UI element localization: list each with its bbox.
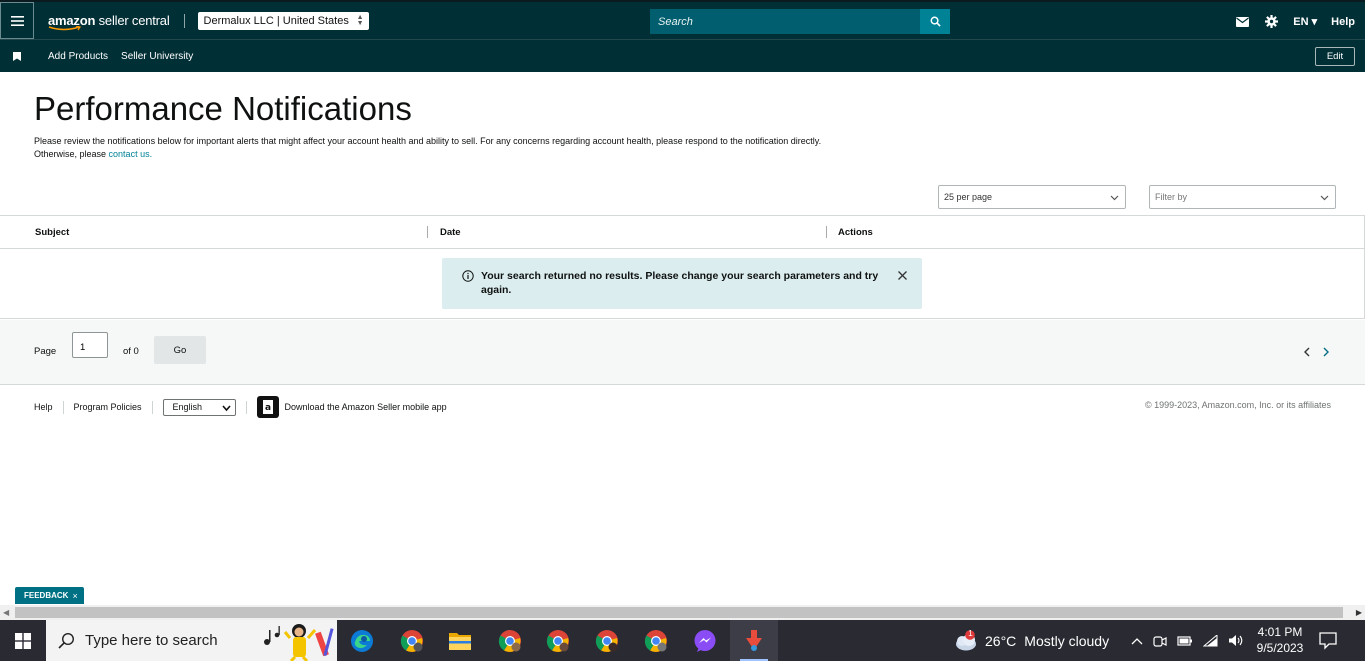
search-input[interactable]: [650, 9, 920, 34]
page-count: of 0: [123, 346, 139, 357]
top-header: amazon seller central Dermalux LLC | Uni…: [0, 0, 1365, 39]
taskbar-chrome-icon[interactable]: [486, 620, 534, 661]
taskbar-edge-icon[interactable]: [338, 620, 386, 661]
account-selector-label: Dermalux LLC | United States: [203, 14, 349, 27]
taskbar-file-explorer-icon[interactable]: [436, 620, 484, 661]
cloud-icon: 1: [952, 628, 978, 652]
account-selector[interactable]: Dermalux LLC | United States ▲ ▼: [197, 11, 369, 30]
close-icon[interactable]: [897, 270, 908, 281]
page-number-input[interactable]: [72, 332, 108, 358]
divider: [62, 400, 64, 414]
footer-language-select[interactable]: English: [162, 398, 236, 416]
notification-center-icon[interactable]: [1318, 630, 1338, 650]
taskbar-active-app-icon[interactable]: [730, 620, 778, 661]
help-link[interactable]: Help: [1331, 16, 1355, 28]
pagination: Page of 0 Go: [0, 320, 1365, 385]
no-results-alert: Your search returned no results. Please …: [442, 258, 922, 309]
weather-badge: 1: [968, 628, 973, 638]
taskbar-messenger-icon[interactable]: [681, 620, 729, 661]
per-page-select[interactable]: 25 per page: [938, 185, 1126, 209]
system-tray: [1131, 620, 1244, 661]
windows-taskbar: Type here to search 1 26°C Mostly cloudy…: [0, 620, 1365, 661]
table-body: Your search returned no results. Please …: [0, 249, 1365, 319]
feedback-tab[interactable]: FEEDBACK ×: [15, 587, 84, 604]
divider: [151, 400, 153, 414]
scroll-left-arrow-icon[interactable]: ◀: [3, 608, 9, 617]
go-button[interactable]: Go: [154, 336, 206, 364]
filter-placeholder: Filter by: [1155, 192, 1188, 202]
page-label: Page: [34, 346, 57, 357]
feedback-label: FEEDBACK: [24, 591, 69, 600]
chevron-right-icon[interactable]: [1321, 347, 1330, 357]
volume-icon[interactable]: [1228, 634, 1244, 647]
meet-now-icon[interactable]: [1153, 634, 1167, 648]
column-divider: [826, 226, 827, 238]
chevron-down-icon: [1320, 195, 1329, 201]
weather-temp: 26°C: [985, 632, 1017, 649]
amazon-app-icon[interactable]: a: [256, 396, 279, 418]
nav-add-products[interactable]: Add Products: [48, 51, 108, 62]
language-selector[interactable]: EN ▾: [1293, 15, 1317, 28]
page-title: Performance Notifications: [34, 90, 412, 127]
search-button[interactable]: [920, 9, 950, 34]
taskbar-chrome-icon[interactable]: [388, 620, 436, 661]
taskbar-chrome-icon[interactable]: [534, 620, 582, 661]
taskbar-search-placeholder: Type here to search: [85, 632, 218, 649]
footer-help-link[interactable]: Help: [34, 402, 53, 412]
no-results-message: Your search returned no results. Please …: [481, 270, 879, 296]
search-highlight-art-icon: [257, 620, 337, 661]
horizontal-scrollbar[interactable]: ◀ ▶: [0, 605, 1365, 620]
weather-text: Mostly cloudy: [1024, 632, 1110, 649]
column-subject[interactable]: Subject: [35, 227, 69, 238]
filter-select[interactable]: Filter by: [1149, 185, 1336, 209]
column-date[interactable]: Date: [440, 227, 461, 238]
edit-button[interactable]: Edit: [1315, 47, 1355, 66]
scrollbar-thumb[interactable]: [15, 607, 1343, 618]
column-actions: Actions: [838, 227, 873, 238]
clock-date: 9/5/2023: [1256, 641, 1304, 655]
intro-line-2: Otherwise, please: [34, 149, 109, 159]
download-app-link[interactable]: Download the Amazon Seller mobile app: [285, 402, 447, 412]
mail-icon[interactable]: [1235, 15, 1249, 29]
taskbar-chrome-icon[interactable]: [632, 620, 680, 661]
search-icon: [930, 16, 941, 27]
wifi-icon[interactable]: [1203, 634, 1218, 647]
bookmark-icon[interactable]: [13, 51, 21, 61]
copyright: © 1999-2023, Amazon.com, Inc. or its aff…: [1144, 400, 1331, 410]
per-page-value: 25 per page: [944, 192, 993, 202]
divider: [183, 13, 185, 28]
amazon-seller-central-logo[interactable]: amazon seller central: [48, 14, 170, 31]
search-bar: [650, 9, 950, 34]
footer: Help Program Policies English a Download…: [34, 396, 447, 418]
chevron-up-icon[interactable]: [1131, 637, 1143, 645]
footer-program-policies-link[interactable]: Program Policies: [74, 402, 142, 412]
windows-start-icon[interactable]: [0, 620, 46, 661]
chevron-left-icon[interactable]: [1303, 347, 1312, 357]
menu-icon[interactable]: [0, 2, 34, 39]
chevron-down-icon: [221, 404, 231, 411]
intro-text: Please review the notifications below fo…: [34, 135, 934, 161]
taskbar-chrome-icon[interactable]: [583, 620, 631, 661]
scroll-right-arrow-icon[interactable]: ▶: [1356, 608, 1362, 617]
updown-arrows-icon: ▲ ▼: [356, 13, 364, 27]
contact-us-link[interactable]: contact us.: [109, 149, 153, 159]
search-icon: [58, 632, 75, 649]
info-icon: [462, 270, 474, 282]
svg-text:a: a: [265, 403, 271, 413]
taskbar-search-box[interactable]: Type here to search: [46, 620, 337, 661]
chevron-down-icon: [1110, 195, 1119, 201]
intro-line-1: Please review the notifications below fo…: [34, 136, 822, 146]
nav-seller-university[interactable]: Seller University: [121, 51, 193, 62]
feedback-close-icon[interactable]: ×: [72, 591, 77, 601]
weather-widget[interactable]: 1 26°C Mostly cloudy: [952, 620, 1109, 661]
clock-time: 4:01 PM: [1257, 625, 1303, 639]
divider: [245, 400, 247, 414]
gear-icon[interactable]: [1264, 15, 1278, 29]
table-header: Subject Date Actions: [0, 215, 1365, 249]
battery-icon[interactable]: [1177, 635, 1193, 646]
clock[interactable]: 4:01 PM 9/5/2023: [1250, 624, 1310, 656]
column-divider: [427, 226, 428, 238]
footer-language-value: English: [172, 402, 203, 412]
quick-nav-bar: Add Products Seller University Edit: [0, 39, 1365, 72]
